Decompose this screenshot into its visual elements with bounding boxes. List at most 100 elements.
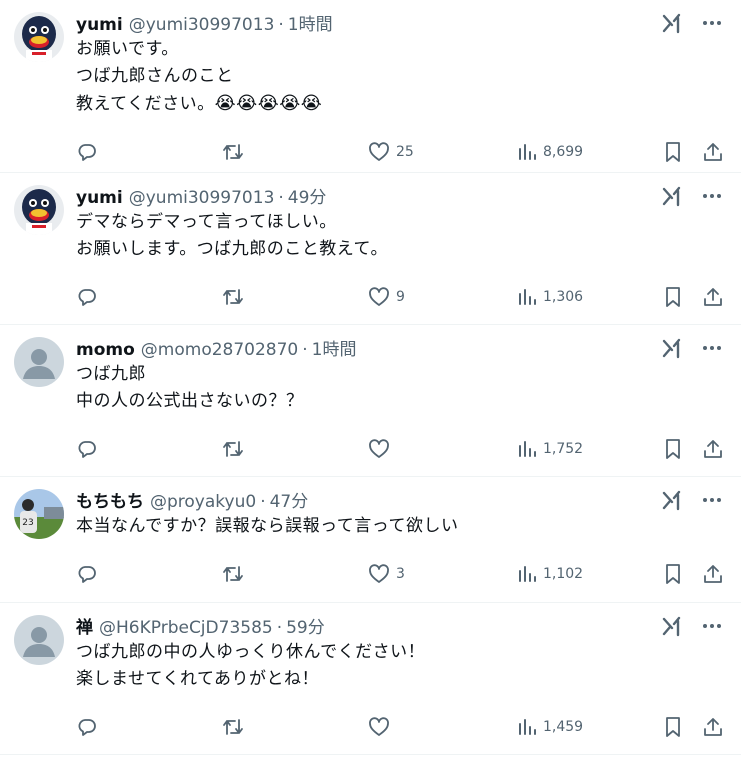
- more-icon[interactable]: [701, 337, 723, 359]
- author-name[interactable]: yumi: [76, 15, 123, 35]
- like-count: 25: [396, 144, 414, 160]
- timestamp[interactable]: 59分: [286, 613, 325, 638]
- reply-button[interactable]: [76, 132, 98, 172]
- timestamp[interactable]: 1時間: [288, 10, 333, 35]
- default-person-avatar: [14, 337, 64, 387]
- like-button[interactable]: 9: [368, 277, 405, 317]
- author-handle[interactable]: @yumi30997013: [129, 15, 275, 35]
- views-icon: [519, 566, 536, 582]
- more-icon[interactable]: [701, 185, 723, 207]
- retweet-button[interactable]: [221, 277, 245, 317]
- retweet-icon: [223, 289, 243, 305]
- tweet-text-line: デマならデマって言ってほしい。: [76, 212, 337, 232]
- share-icon: [704, 440, 722, 458]
- bookmark-button[interactable]: [663, 554, 683, 594]
- reply-icon: [78, 289, 96, 306]
- avatar[interactable]: [14, 615, 64, 665]
- retweet-button[interactable]: [221, 429, 245, 469]
- like-count: 3: [396, 566, 405, 582]
- timestamp[interactable]: 1時間: [312, 335, 357, 360]
- like-button[interactable]: [368, 429, 396, 469]
- timestamp[interactable]: 47分: [270, 487, 309, 512]
- tweet-top-actions: [661, 12, 723, 34]
- retweet-button[interactable]: [221, 554, 245, 594]
- share-button[interactable]: [702, 132, 724, 172]
- more-icon[interactable]: [701, 489, 723, 511]
- tweet-header: yumi @yumi30997013 · 1時間: [76, 10, 725, 36]
- author-name[interactable]: もちもち: [76, 487, 144, 512]
- author-handle[interactable]: @H6KPrbeCjD73585: [99, 618, 273, 638]
- action-bar: 1,752: [76, 429, 725, 469]
- author-name[interactable]: 禅: [76, 613, 93, 638]
- views-button[interactable]: 1,752: [517, 429, 583, 469]
- views-button[interactable]: 1,306: [517, 277, 583, 317]
- author-handle[interactable]: @momo28702870: [141, 340, 298, 360]
- author-name[interactable]: momo: [76, 340, 135, 360]
- tweet[interactable]: 禅 @H6KPrbeCjD73585 · 59分 つば九郎の中の人ゆっくり休んで…: [0, 603, 741, 755]
- reply-button[interactable]: [76, 429, 98, 469]
- share-button[interactable]: [702, 554, 724, 594]
- bookmark-button[interactable]: [663, 132, 683, 172]
- avatar[interactable]: [14, 12, 64, 62]
- like-count: 9: [396, 289, 405, 305]
- grok-icon[interactable]: [661, 12, 683, 34]
- share-button[interactable]: [702, 707, 724, 747]
- grok-icon[interactable]: [661, 615, 683, 637]
- like-button[interactable]: 25: [368, 132, 414, 172]
- tweet[interactable]: yumi @yumi30997013 · 1時間 お願いです。 つば九郎さんのこ…: [0, 0, 741, 173]
- view-count: 1,306: [543, 289, 584, 305]
- tweet-top-actions: [661, 615, 723, 637]
- more-icon[interactable]: [701, 615, 723, 637]
- svg-text:23: 23: [22, 518, 33, 528]
- views-button[interactable]: 8,699: [517, 132, 583, 172]
- tweet[interactable]: 23 もちもち @proyakyu0 · 47分 本当なんですか？誤報なら誤報っ…: [0, 477, 741, 603]
- reply-button[interactable]: [76, 554, 98, 594]
- avatar[interactable]: [14, 185, 64, 235]
- like-button[interactable]: 3: [368, 554, 405, 594]
- separator-dot: ·: [276, 618, 283, 638]
- bookmark-button[interactable]: [663, 707, 683, 747]
- tweet-header: もちもち @proyakyu0 · 47分: [76, 487, 725, 513]
- author-name[interactable]: yumi: [76, 188, 123, 208]
- tweet-text-line: つば九郎さんのこと: [76, 66, 234, 86]
- tweet-header: 禅 @H6KPrbeCjD73585 · 59分: [76, 613, 725, 639]
- grok-icon[interactable]: [661, 489, 683, 511]
- avatar[interactable]: [14, 337, 64, 387]
- share-icon: [704, 565, 722, 583]
- tweet[interactable]: yumi @yumi30997013 · 49分 デマならデマって言ってほしい。…: [0, 173, 741, 325]
- views-icon: [519, 441, 536, 457]
- share-icon: [704, 288, 722, 306]
- tweet-text-line: お願いします。つば九郎のこと教えて。: [76, 239, 388, 259]
- retweet-button[interactable]: [221, 707, 245, 747]
- retweet-button[interactable]: [221, 132, 245, 172]
- tweet-text-line: お願いです。: [76, 39, 179, 59]
- like-icon: [369, 717, 389, 736]
- author-handle[interactable]: @proyakyu0: [150, 492, 256, 512]
- grok-icon[interactable]: [661, 337, 683, 359]
- reply-button[interactable]: [76, 707, 98, 747]
- bookmark-button[interactable]: [663, 277, 683, 317]
- action-bar: 9 1,306: [76, 277, 725, 317]
- views-button[interactable]: 1,102: [517, 554, 583, 594]
- bookmark-button[interactable]: [663, 429, 683, 469]
- like-button[interactable]: [368, 707, 396, 747]
- share-icon: [704, 718, 722, 736]
- tweet-text: 教えてください。: [76, 94, 215, 114]
- bookmark-icon: [666, 717, 680, 737]
- share-button[interactable]: [702, 277, 724, 317]
- avatar[interactable]: 23: [14, 489, 64, 539]
- bookmark-icon: [666, 142, 680, 162]
- more-icon[interactable]: [701, 12, 723, 34]
- share-button[interactable]: [702, 429, 724, 469]
- timestamp[interactable]: 49分: [288, 183, 327, 208]
- reply-icon: [78, 719, 96, 736]
- retweet-icon: [223, 719, 243, 735]
- baseball-photo-avatar: 23: [14, 489, 64, 539]
- tweet[interactable]: momo @momo28702870 · 1時間 つば九郎 中の人の公式出さない…: [0, 325, 741, 477]
- like-icon: [369, 287, 389, 306]
- grok-icon[interactable]: [661, 185, 683, 207]
- tweet-content: yumi @yumi30997013 · 49分 デマならデマって言ってほしい。…: [76, 183, 725, 317]
- author-handle[interactable]: @yumi30997013: [129, 188, 275, 208]
- views-button[interactable]: 1,459: [517, 707, 583, 747]
- reply-button[interactable]: [76, 277, 98, 317]
